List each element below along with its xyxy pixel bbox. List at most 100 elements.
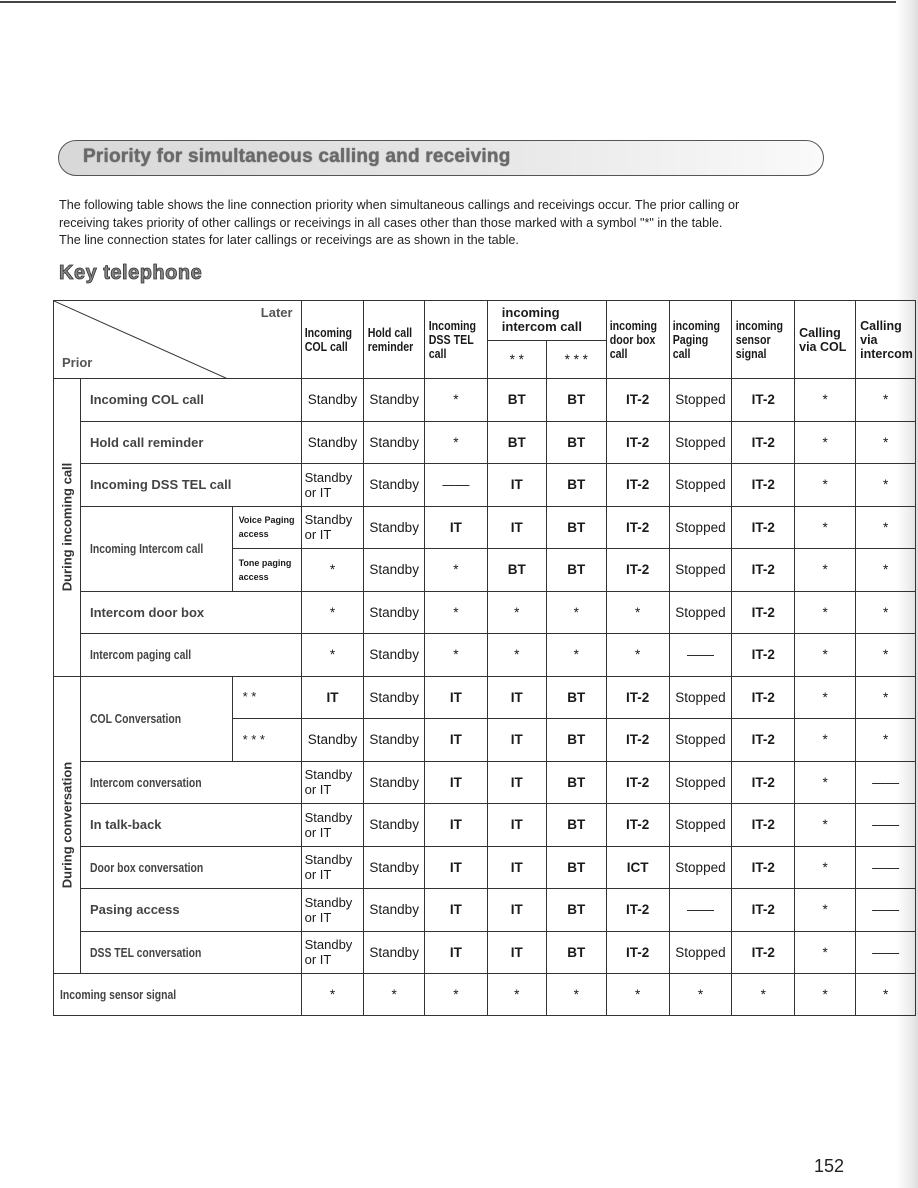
table-cell: Standby [363, 718, 425, 762]
table-row: DSS TEL conversation Standby or IT Standby… [54, 930, 917, 974]
table-cell: —— [855, 888, 917, 932]
table-cell: Standby [300, 718, 365, 762]
table-row: During incoming call Incoming COL call Sta… [53, 378, 917, 677]
table-cell: * [855, 463, 917, 507]
column-header: Hold call reminder [363, 300, 414, 379]
table-row: Intercom paging call * Standby * * * * —— IT-2 * * [54, 633, 917, 677]
row-label-text: Incoming COL call [90, 392, 204, 408]
table-cell: * [605, 590, 670, 634]
row-label-text: Incoming sensor signal [60, 987, 177, 1002]
row-label-text: Intercom paging call [90, 647, 192, 663]
table-cell: IT [424, 760, 488, 804]
table-cell: * [794, 463, 857, 507]
table-cell: * [794, 718, 857, 762]
table-cell: IT [424, 888, 488, 932]
table-cell: IT [424, 675, 488, 719]
table-cell: Standby [363, 888, 425, 932]
table-cell: IT [486, 675, 547, 719]
header-corner: Later Prior [53, 300, 302, 379]
table-cell: IT-2 [731, 505, 796, 549]
row-group-text: During conversation [59, 761, 75, 888]
table-cell: * [486, 590, 547, 634]
table-cell: * [545, 973, 607, 1016]
table-cell: Standby or IT [300, 760, 365, 804]
intro-line: receiving takes priority of other callin… [59, 215, 723, 230]
table-cell: BT [545, 675, 607, 719]
table-cell: IT-2 [731, 463, 796, 507]
intro-line: The following table shows the line conne… [59, 198, 740, 212]
row-sublabel: * * [231, 675, 302, 719]
table-cell: IT-2 [731, 718, 796, 762]
column-header: Incoming DSS TEL call [424, 300, 477, 379]
table-row: Intercom door box * Standby * * * * Stopped IT-2… [54, 590, 917, 634]
table-cell: * [486, 633, 547, 677]
table-cell: Stopped [668, 718, 733, 762]
table-cell: —— [668, 888, 733, 932]
table-cell: Stopped [668, 845, 733, 889]
table-cell: * [605, 633, 670, 677]
header-row: Later Prior Incoming COL call Hold call rem… [53, 300, 917, 379]
table-cell: IT [424, 718, 488, 762]
table-cell: * [545, 633, 607, 677]
table-cell: Standby [363, 590, 425, 634]
intercom-subcolumn-header: * * [486, 340, 547, 379]
row-label: Hold call reminder [80, 420, 302, 464]
column-header: incoming door box call [605, 300, 659, 379]
table-cell: BT [545, 548, 607, 592]
table-cell: * [855, 973, 917, 1016]
table-row: Pasing access Standby or IT Standby IT IT BT I… [54, 888, 917, 932]
table-cell: —— [424, 463, 488, 507]
table-cell: BT [545, 803, 607, 847]
row-label: Door box conversation [80, 845, 302, 889]
table-cell: * [424, 973, 488, 1016]
intercom-subcolumn-header: * * * [545, 340, 607, 379]
table-cell: IT-2 [731, 590, 796, 634]
row-label: Incoming COL call [80, 378, 302, 422]
table-cell: BT [545, 463, 607, 507]
table-cell: * [424, 548, 488, 592]
intro-line: The line connection states for later cal… [59, 233, 519, 247]
intro-paragraph: The following table shows the line conne… [59, 197, 839, 250]
column-header: Calling via intercom [855, 300, 917, 379]
table-cell: IT-2 [731, 803, 796, 847]
row-label-text: Hold call reminder [90, 434, 204, 450]
table-cell: * [424, 633, 488, 677]
row-label: In talk-back [80, 803, 302, 847]
table-cell: BT [545, 420, 607, 464]
table-cell: —— [855, 930, 917, 974]
table-cell: IT-2 [731, 675, 796, 719]
row-label: COL Conversation [80, 675, 233, 762]
table-cell: IT-2 [731, 548, 796, 592]
table-cell: * [855, 675, 917, 719]
table-cell: Stopped [668, 378, 733, 422]
row-sublabel: * * * [231, 718, 302, 762]
table-cell: * [855, 590, 917, 634]
table-cell: IT-2 [605, 718, 670, 762]
table-cell: Stopped [668, 463, 733, 507]
row-label: Pasing access [80, 888, 302, 932]
table-cell: BT [545, 845, 607, 889]
page-number: 152 [814, 1156, 845, 1176]
table-cell: * [363, 973, 425, 1016]
page-title: Priority for simultaneous calling and re… [83, 146, 511, 167]
table-cell: IT [486, 803, 547, 847]
row-label: Intercom door box [80, 590, 302, 634]
table-cell: BT [486, 420, 547, 464]
table-cell: * [424, 378, 488, 422]
table-cell: Standby or IT [300, 463, 365, 507]
row-label-text: Incoming Intercom call [90, 541, 204, 556]
table-cell: IT-2 [731, 845, 796, 889]
table-cell: Standby or IT [300, 845, 365, 889]
table-cell: IT-2 [605, 930, 670, 974]
table-cell: Stopped [668, 675, 733, 719]
table-cell: Standby or IT [300, 930, 365, 974]
table-row: Intercom conversation Standby or IT Standb… [54, 760, 917, 804]
table-cell: IT-2 [605, 378, 670, 422]
row-sublabel: Voice Paging access [231, 505, 302, 549]
table-cell: IT [486, 930, 547, 974]
table-cell: Stopped [668, 548, 733, 592]
row-label: Incoming DSS TEL call [80, 463, 302, 507]
table-cell: * [300, 548, 365, 592]
table-cell: * [794, 548, 857, 592]
table-cell: IT-2 [605, 548, 670, 592]
